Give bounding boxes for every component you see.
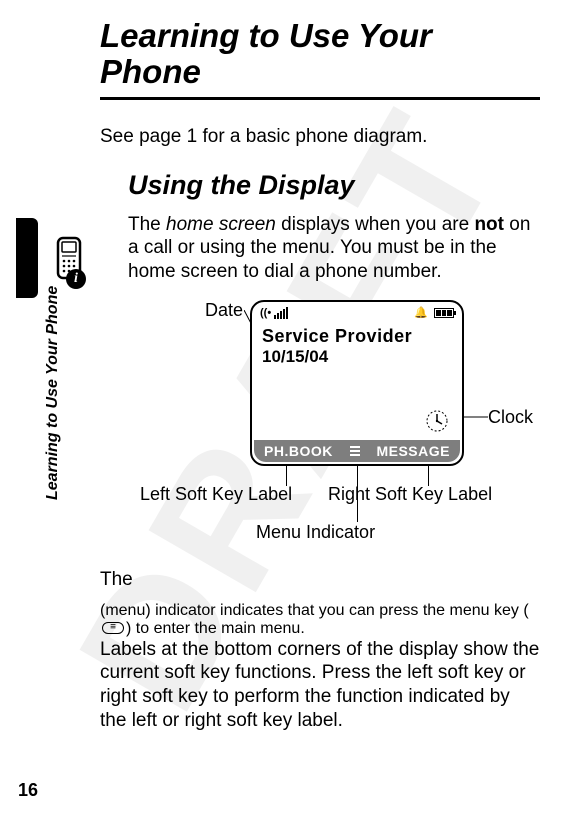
callout-right-line xyxy=(428,466,429,486)
callout-date: Date xyxy=(205,300,243,321)
page-number: 16 xyxy=(18,780,38,801)
section-title: Using the Display xyxy=(128,170,540,201)
callout-right-soft: Right Soft Key Label xyxy=(328,484,492,505)
page-title: Learning to Use Your Phone xyxy=(100,18,540,91)
phone-info-icon: i xyxy=(52,236,86,284)
phone-screen: ((• 🔔 Service Provider 10/15/04 xyxy=(250,300,464,466)
battery-icon xyxy=(434,308,454,318)
home-screen-para: The home screen displays when you are no… xyxy=(128,213,540,284)
right-soft-key-label: MESSAGE xyxy=(376,443,450,459)
soft-key-para: Labels at the bottom corners of the disp… xyxy=(100,638,540,733)
date-label: 10/15/04 xyxy=(252,347,462,367)
ring-icon: 🔔 xyxy=(414,306,428,319)
left-soft-key-label: PH.BOOK xyxy=(264,443,333,459)
callout-left-line xyxy=(286,466,287,486)
soft-key-bar: PH.BOOK MESSAGE xyxy=(254,440,460,462)
menu-indicator-icon xyxy=(350,446,360,456)
callout-menu-line xyxy=(357,466,358,522)
display-diagram: Date Clock Left Soft Key Label Right Sof… xyxy=(100,294,540,554)
callout-clock: Clock xyxy=(488,407,533,428)
status-bar: ((• 🔔 xyxy=(252,302,462,324)
menu-indicator-para: The xyxy=(100,568,540,592)
menu-key-icon xyxy=(102,622,124,634)
callout-left-soft: Left Soft Key Label xyxy=(140,484,292,505)
info-icon: i xyxy=(66,269,86,289)
clock-icon xyxy=(424,408,450,434)
callout-menu-indicator: Menu Indicator xyxy=(256,522,375,543)
provider-label: Service Provider xyxy=(252,324,462,347)
title-rule xyxy=(100,97,540,100)
signal-icon: ((• xyxy=(260,307,288,319)
intro-text: See page 1 for a basic phone diagram. xyxy=(100,126,540,148)
